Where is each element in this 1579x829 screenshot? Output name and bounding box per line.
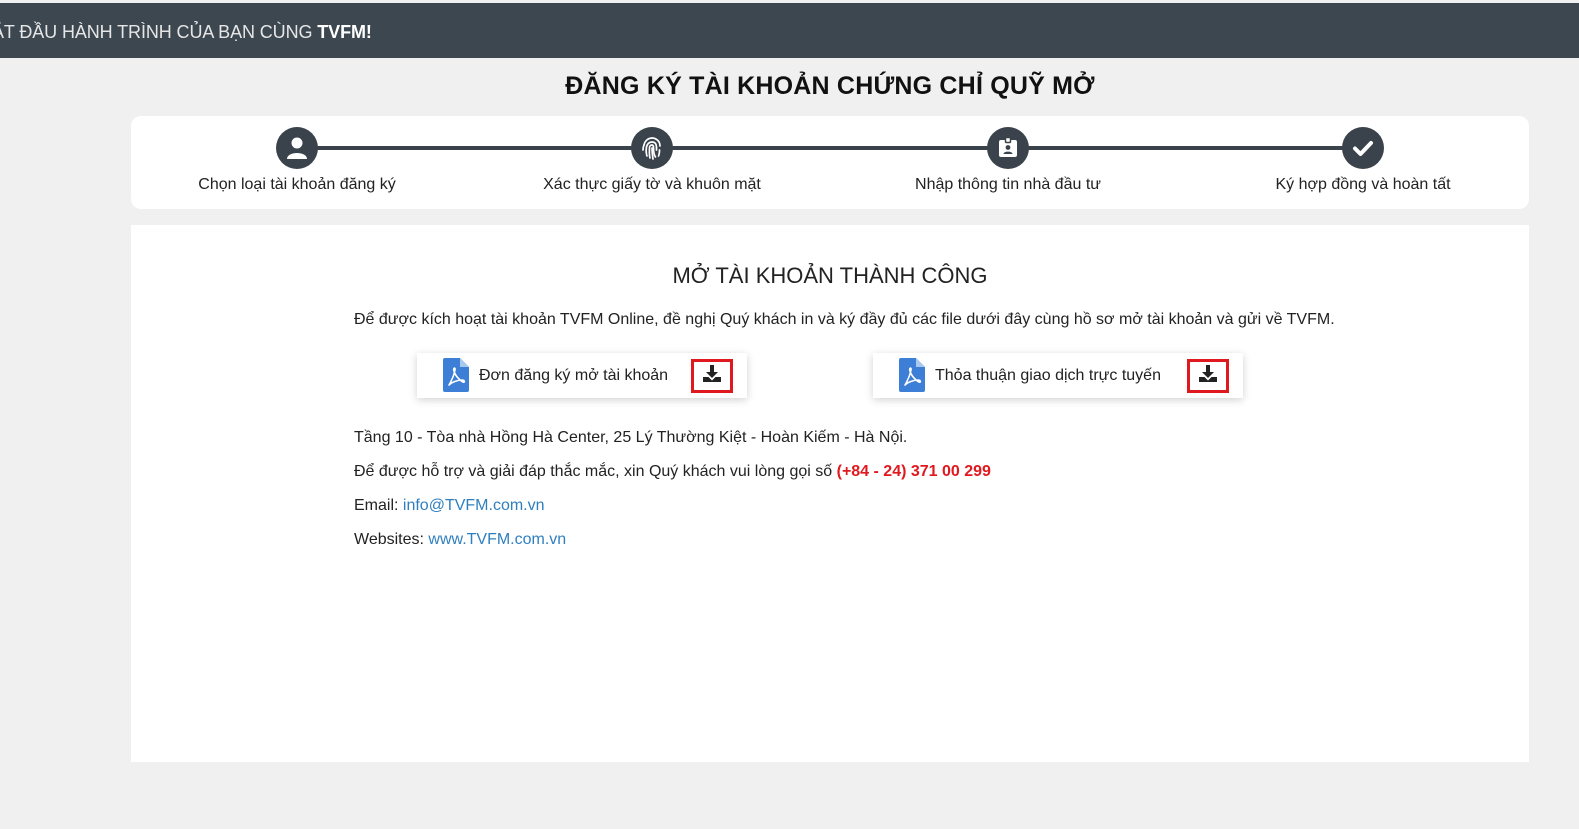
file-item-registration-form: Đơn đăng ký mở tài khoản (417, 353, 747, 398)
step-investor-info: Nhập thông tin nhà đầu tư (828, 127, 1188, 194)
support-text: Để được hỗ trợ và giải đáp thắc mắc, xin… (354, 463, 837, 480)
top-banner: ẮT ĐẦU HÀNH TRÌNH CỦA BẠN CÙNG TVFM! (0, 3, 1579, 58)
website-link[interactable]: www.TVFM.com.vn (428, 531, 566, 548)
download-icon (702, 364, 722, 388)
step-sign-complete: Ký hợp đồng và hoàn tất (1183, 127, 1543, 194)
result-card (131, 225, 1529, 762)
download-registration-form-button[interactable] (691, 359, 733, 393)
id-card-icon (987, 127, 1029, 169)
fingerprint-icon (631, 127, 673, 169)
pdf-icon (443, 358, 469, 397)
email-line: Email: info@TVFM.com.vn (354, 497, 545, 515)
page-title: ĐĂNG KÝ TÀI KHOẢN CHỨNG CHỈ QUỸ MỞ (565, 72, 1095, 100)
step-label: Ký hợp đồng và hoàn tất (1275, 176, 1451, 193)
check-icon (1342, 127, 1384, 169)
website-line: Websites: www.TVFM.com.vn (354, 531, 566, 549)
download-icon (1198, 364, 1218, 388)
file-item-online-agreement: Thỏa thuận giao dịch trực tuyến (873, 353, 1243, 398)
banner-message: ẮT ĐẦU HÀNH TRÌNH CỦA BẠN CÙNG (0, 22, 318, 42)
banner-text: ẮT ĐẦU HÀNH TRÌNH CỦA BẠN CÙNG TVFM! (0, 22, 372, 43)
phone-number: (+84 - 24) 371 00 299 (836, 463, 991, 480)
success-title: MỞ TÀI KHOẢN THÀNH CÔNG (672, 263, 988, 288)
email-link[interactable]: info@TVFM.com.vn (403, 497, 545, 514)
step-verify-documents: Xác thực giấy tờ và khuôn mặt (472, 127, 832, 194)
step-label: Nhập thông tin nhà đầu tư (915, 176, 1101, 193)
email-label: Email: (354, 497, 403, 514)
download-online-agreement-button[interactable] (1187, 359, 1229, 393)
file-label: Thỏa thuận giao dịch trực tuyến (935, 367, 1161, 384)
banner-brand: TVFM! (317, 22, 372, 42)
user-icon (276, 127, 318, 169)
step-choose-account-type: Chọn loại tài khoản đăng ký (117, 127, 477, 194)
pdf-icon (899, 358, 925, 397)
instruction-text: Để được kích hoạt tài khoản TVFM Online,… (354, 311, 1335, 328)
file-label: Đơn đăng ký mở tài khoản (479, 367, 669, 384)
website-label: Websites: (354, 531, 429, 548)
step-label: Chọn loại tài khoản đăng ký (198, 176, 396, 193)
address-text: Tầng 10 - Tòa nhà Hồng Hà Center, 25 Lý … (354, 429, 908, 446)
step-label: Xác thực giấy tờ và khuôn mặt (543, 176, 761, 193)
support-line: Để được hỗ trợ và giải đáp thắc mắc, xin… (354, 463, 991, 481)
